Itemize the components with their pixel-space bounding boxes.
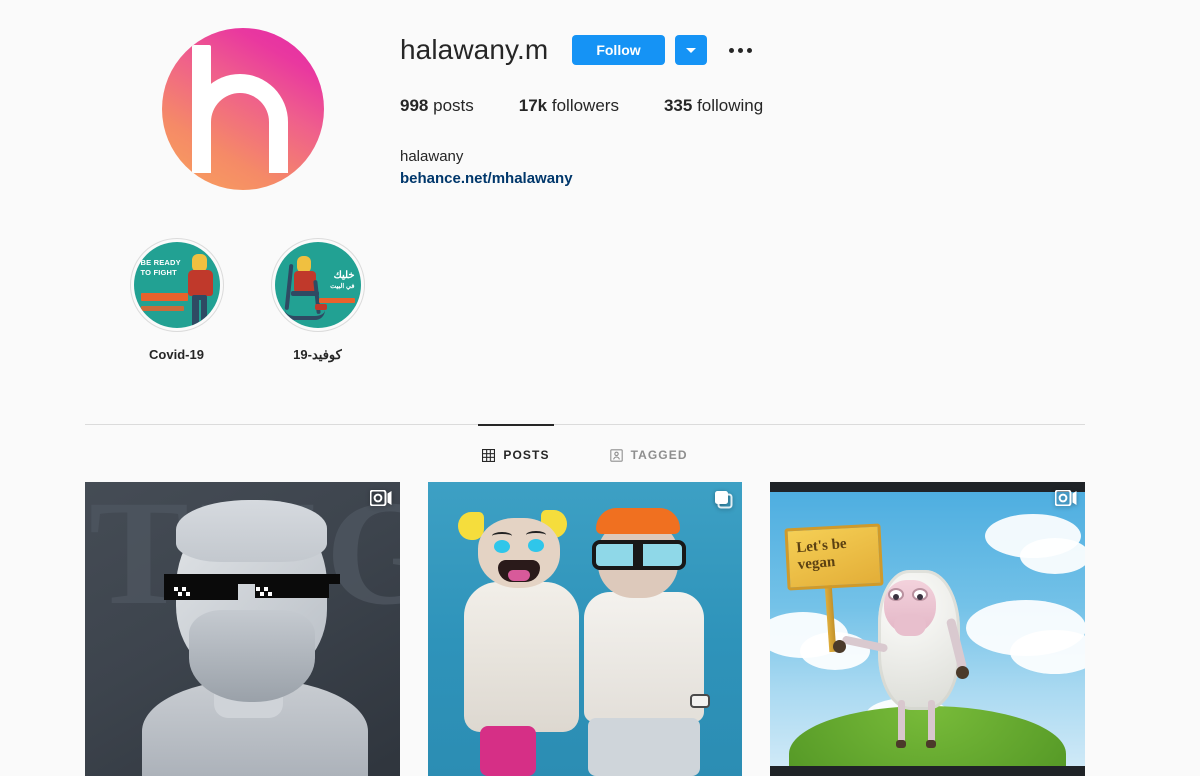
sunglasses-pixel <box>185 592 190 596</box>
highlight-figure-body <box>187 270 213 296</box>
posts-grid: THG <box>85 482 1085 776</box>
boy-tshirt <box>583 592 704 722</box>
tab-tagged-label: TAGGED <box>630 448 688 462</box>
stat-following-label: following <box>697 96 764 115</box>
sunglasses-pixel <box>267 592 272 596</box>
girl-sweater <box>463 582 579 732</box>
sheep-hoof-right <box>926 740 937 748</box>
highlight-figure-leg-split <box>198 300 201 328</box>
stat-followers-label: followers <box>551 96 619 115</box>
page-title: halawany.m <box>400 34 549 65</box>
sunglasses-pixel <box>259 592 264 596</box>
highlight-cover: BE READY TO FIGHT <box>133 242 220 328</box>
ellipsis-icon <box>747 47 753 53</box>
tab-posts[interactable]: POSTS <box>478 424 554 484</box>
ellipsis-icon <box>738 47 744 53</box>
sheep-hand-right <box>956 666 970 679</box>
sunglasses-pixel <box>181 587 186 591</box>
post-thumbnail[interactable] <box>427 482 743 776</box>
options-button[interactable] <box>723 35 759 65</box>
carousel-icon <box>714 490 734 515</box>
bio-display-name: halawany <box>400 148 464 165</box>
statue-hair <box>176 500 328 562</box>
boy-orange-hair <box>595 508 680 534</box>
sheep-leg-right <box>928 700 936 744</box>
sunglasses-pixel <box>173 587 178 591</box>
highlight-headline-ar-main: خليك <box>333 270 355 281</box>
grid-icon <box>482 448 496 462</box>
instagram-profile-page: halawany.m Follow 998 posts 17k follower… <box>0 0 1200 776</box>
girl-pink-pants <box>479 726 536 776</box>
girl-eye-right <box>527 539 544 552</box>
cloud-icon <box>1020 538 1085 574</box>
sunglasses-pixel <box>177 592 182 596</box>
highlight-ring: BE READY TO FIGHT <box>129 238 224 332</box>
girl-pigtail-left <box>457 512 484 540</box>
pixel-sunglasses <box>163 574 340 600</box>
follow-button[interactable]: Follow <box>572 35 665 65</box>
sunglasses-lens-left <box>163 582 238 600</box>
highlight-chair-rocker <box>284 310 325 320</box>
ellipsis-icon <box>729 47 735 53</box>
stat-posts-label: posts <box>433 96 474 115</box>
sunglasses-pixel <box>263 587 268 591</box>
post-thumbnail[interactable]: Let's be vegan <box>770 482 1085 776</box>
video-icon <box>1054 489 1077 511</box>
wooden-sign: Let's be vegan <box>784 523 884 591</box>
statue-beard <box>188 610 315 702</box>
avatar[interactable] <box>161 28 324 190</box>
sheep-hoof-left <box>896 740 907 748</box>
stat-followers-value: 17k <box>518 96 548 115</box>
highlight-figure-body <box>293 271 316 293</box>
sunglasses-pixel <box>255 587 260 591</box>
stat-followers[interactable]: 17k followers <box>519 96 619 116</box>
profile-bio: halawany behance.net/mhalawany <box>400 146 1085 190</box>
avatar-logo-arch <box>191 74 288 173</box>
video-icon <box>369 489 392 511</box>
highlight-cover: خليك في البيت <box>274 242 361 328</box>
story-highlights: BE READY TO FIGHT Covid-19 خليك في البيت… <box>85 238 1085 363</box>
stat-following-value: 335 <box>663 96 693 115</box>
highlight-cover-badge <box>140 293 188 301</box>
boy-glasses-bridge <box>632 544 643 566</box>
chevron-down-icon <box>685 47 696 53</box>
stat-following[interactable]: 335 following <box>664 96 763 116</box>
highlight-cover-badge-2 <box>140 306 184 311</box>
stat-posts[interactable]: 998 posts <box>400 96 474 116</box>
username-row: halawany.m Follow <box>400 32 1085 68</box>
tab-posts-label: POSTS <box>503 448 550 462</box>
highlight-cover-headline: BE READY TO FIGHT <box>140 258 181 277</box>
girl-eyelash-right <box>525 531 546 539</box>
sheep-leg-left <box>898 700 906 744</box>
highlight-covid-19[interactable]: BE READY TO FIGHT Covid-19 <box>128 238 225 363</box>
avatar-column <box>85 0 400 190</box>
boy-jeans <box>587 718 700 776</box>
tab-tagged[interactable]: TAGGED <box>609 425 688 484</box>
stat-posts-value: 998 <box>400 96 429 115</box>
highlight-ring: خليك في البيت <box>270 238 365 332</box>
cloud-icon <box>1010 630 1085 674</box>
bio-website-link[interactable]: behance.net/mhalawany <box>400 168 1085 190</box>
girl-tongue <box>507 570 530 581</box>
profile-info: halawany.m Follow 998 posts 17k follower… <box>400 0 1085 190</box>
tagged-person-icon <box>609 448 623 462</box>
profile-tabbar: POSTS TAGGED <box>85 424 1085 484</box>
highlight-headline-ar-sub: في البيت <box>330 282 355 290</box>
profile-stats: 998 posts 17k followers 335 following <box>400 96 1085 116</box>
highlight-cover-badge <box>318 298 355 303</box>
follow-dropdown-button[interactable] <box>674 35 707 65</box>
profile-header: halawany.m Follow 998 posts 17k follower… <box>85 0 1085 215</box>
highlight-label: Covid-19 <box>149 347 204 362</box>
highlight-label: كوفيد-19 <box>293 347 342 362</box>
highlight-cover-headline-ar: خليك في البيت <box>315 270 355 291</box>
sheep-scene: Let's be vegan <box>770 492 1085 766</box>
boy-wristwatch <box>689 694 710 708</box>
post-thumbnail[interactable]: THG <box>85 482 400 776</box>
girl-eyelash-left <box>491 532 512 540</box>
girl-eye-left <box>493 540 510 553</box>
sheep-snout <box>894 614 927 636</box>
sign-text: Let's be vegan <box>795 535 848 573</box>
highlight-covid-19-arabic[interactable]: خليك في البيت كوفيد-19 <box>269 238 366 363</box>
highlight-chair-back <box>284 263 293 311</box>
